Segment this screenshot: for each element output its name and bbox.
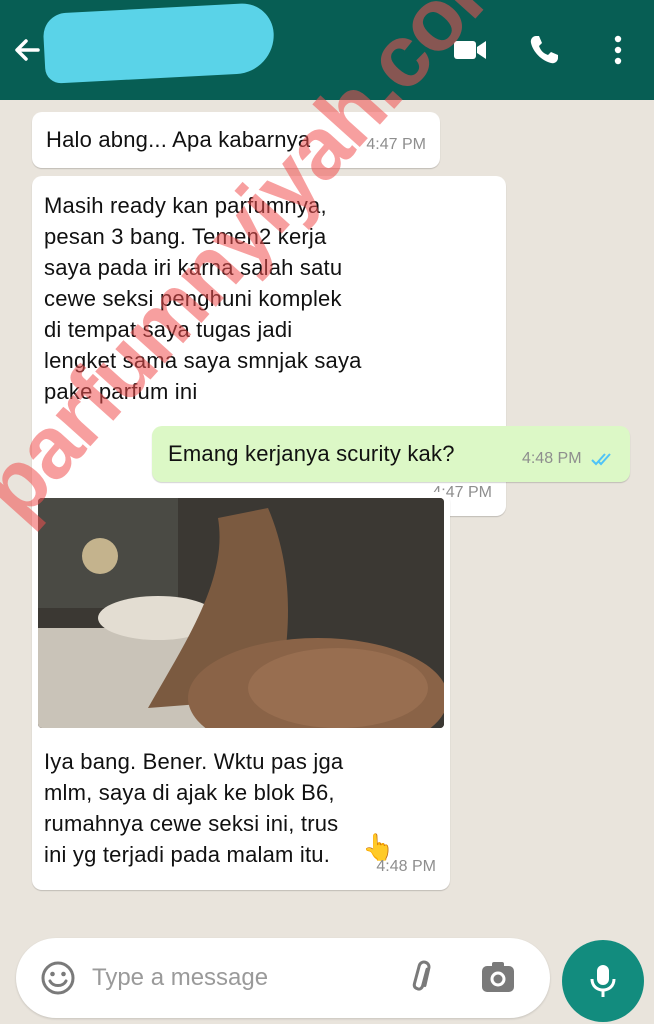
camera-icon[interactable] bbox=[478, 958, 518, 998]
video-call-icon[interactable] bbox=[450, 30, 490, 70]
message-bubble-incoming-image[interactable]: Iya bang. Bener. Wktu pas jga mlm, saya … bbox=[32, 492, 450, 890]
message-time: 4:48 PM bbox=[521, 450, 582, 467]
mic-icon bbox=[590, 965, 616, 997]
message-text: Halo abng... Apa kabarnya bbox=[46, 127, 311, 152]
message-time: 4:47 PM bbox=[366, 136, 426, 153]
message-text: Masih ready kan parfumnya, pesan 3 bang.… bbox=[44, 193, 362, 404]
chat-area[interactable]: Halo abng... Apa kabarnya 4:47 PM Masih … bbox=[0, 100, 654, 930]
more-vert-icon[interactable] bbox=[598, 30, 638, 70]
emoji-icon[interactable] bbox=[38, 958, 78, 998]
message-bubble-outgoing[interactable]: Emang kerjanya scurity kak? 4:48 PM bbox=[152, 426, 630, 482]
attach-icon[interactable] bbox=[404, 958, 444, 998]
redacted-contact-name[interactable] bbox=[42, 2, 276, 84]
message-time-status: 4:48 PM bbox=[522, 443, 616, 474]
mic-button[interactable] bbox=[562, 940, 644, 1022]
message-time: 4:48 PM bbox=[376, 858, 436, 875]
phone-icon[interactable] bbox=[524, 30, 564, 70]
chat-header bbox=[0, 0, 654, 100]
message-input[interactable] bbox=[92, 958, 382, 998]
message-text: Emang kerjanya scurity kak? bbox=[168, 441, 455, 466]
message-photo[interactable] bbox=[38, 498, 444, 728]
back-arrow-icon[interactable] bbox=[8, 30, 48, 70]
message-bubble-incoming[interactable]: Halo abng... Apa kabarnya 4:47 PM bbox=[32, 112, 440, 168]
read-ticks-icon bbox=[591, 453, 611, 466]
message-composer bbox=[16, 938, 550, 1018]
